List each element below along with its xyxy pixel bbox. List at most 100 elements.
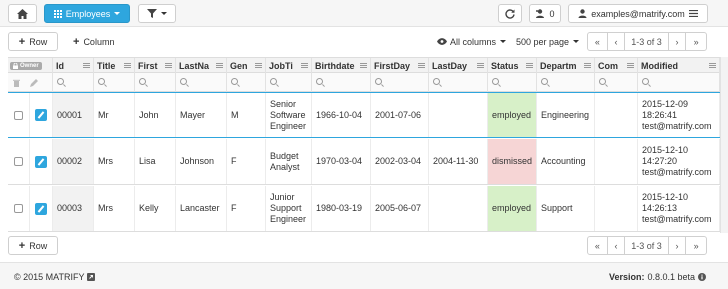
filter-jobtitle[interactable] [266, 73, 312, 92]
column-menu-icon[interactable] [526, 63, 533, 68]
cell-firstday[interactable]: 2001-07-06 [371, 93, 429, 137]
home-button[interactable] [8, 4, 37, 23]
next-page-button[interactable]: › [669, 237, 687, 254]
cell-birthdate[interactable]: 1980-03-19 [312, 186, 371, 231]
filter-status[interactable] [488, 73, 537, 92]
filter-department[interactable] [537, 73, 595, 92]
column-menu-icon[interactable] [165, 63, 172, 68]
row-checkbox[interactable] [14, 204, 23, 213]
column-header-modified[interactable]: Modified [638, 58, 720, 73]
cell-firstday[interactable]: 2005-06-07 [371, 186, 429, 231]
cell-comment[interactable] [595, 93, 638, 137]
prev-page-button[interactable]: ‹ [608, 237, 626, 254]
prev-page-button[interactable]: ‹ [608, 33, 626, 50]
cell-gender[interactable]: F [227, 139, 266, 184]
cell-id[interactable]: 00001 [53, 93, 94, 137]
column-header-lastname[interactable]: LastNa [176, 58, 227, 73]
cell-comment[interactable] [595, 186, 638, 231]
cell-modified[interactable]: 2015-12-10 14:26:13 test@matrify.com [638, 186, 720, 231]
first-page-button[interactable]: « [588, 33, 608, 50]
user-menu-button[interactable]: examples@matrify.com [568, 4, 708, 23]
owner-header[interactable]: Owner [8, 58, 53, 73]
cell-title[interactable]: Mr [94, 93, 135, 137]
column-header-birthdate[interactable]: Birthdate [312, 58, 371, 73]
info-icon[interactable] [698, 272, 706, 281]
table-row[interactable]: 00003 Mrs Kelly Lancaster F Junior Support Engi… [8, 186, 728, 232]
add-row-button-bottom[interactable]: + Row [8, 236, 58, 255]
cell-title[interactable]: Mrs [94, 186, 135, 231]
filter-first[interactable] [135, 73, 176, 92]
cell-birthdate[interactable]: 1970-03-04 [312, 139, 371, 184]
cell-status[interactable]: dismissed [488, 139, 537, 184]
filter-title[interactable] [94, 73, 135, 92]
column-menu-icon[interactable] [255, 63, 262, 68]
cell-lastday[interactable] [429, 93, 488, 137]
column-header-firstday[interactable]: FirstDay [371, 58, 429, 73]
trash-icon[interactable] [13, 79, 20, 87]
cell-jobtitle[interactable]: Senior Software Engineer [266, 93, 312, 137]
cell-modified[interactable]: 2015-12-09 18:26:41 test@matrify.com [638, 93, 720, 137]
cell-jobtitle[interactable]: Budget Analyst [266, 139, 312, 184]
add-row-button[interactable]: + Row [8, 32, 58, 51]
filter-comment[interactable] [595, 73, 638, 92]
column-menu-icon[interactable] [124, 63, 131, 68]
cell-birthdate[interactable]: 1966-10-04 [312, 93, 371, 137]
filter-gender[interactable] [227, 73, 266, 92]
external-link-icon[interactable] [87, 272, 96, 281]
column-header-gender[interactable]: Gen [227, 58, 266, 73]
cell-comment[interactable] [595, 139, 638, 184]
cell-lastname[interactable]: Lancaster [176, 186, 227, 231]
cell-first[interactable]: Kelly [135, 186, 176, 231]
cell-first[interactable]: Lisa [135, 139, 176, 184]
cell-gender[interactable]: F [227, 186, 266, 231]
cell-first[interactable]: John [135, 93, 176, 137]
column-menu-icon[interactable] [477, 63, 484, 68]
view-dropdown-button[interactable]: Employees [44, 4, 130, 23]
cell-lastname[interactable]: Mayer [176, 93, 227, 137]
columns-dropdown[interactable]: All columns [437, 32, 507, 51]
table-row[interactable]: 00001 Mr John Mayer M Senior Software Engineer 1… [8, 92, 728, 138]
filter-lastday[interactable] [429, 73, 488, 92]
column-header-lastday[interactable]: LastDay [429, 58, 488, 73]
column-menu-icon[interactable] [418, 63, 425, 68]
column-header-comment[interactable]: Com [595, 58, 638, 73]
row-checkbox[interactable] [14, 157, 23, 166]
column-menu-icon[interactable] [709, 63, 716, 68]
cell-department[interactable]: Support [537, 186, 595, 231]
refresh-button[interactable] [498, 4, 522, 23]
cell-id[interactable]: 00003 [53, 186, 94, 231]
table-row[interactable]: 00002 Mrs Lisa Johnson F Budget Analyst 1970-03… [8, 139, 728, 185]
add-column-button[interactable]: + Column [73, 32, 114, 51]
last-page-button[interactable]: » [686, 237, 706, 254]
edit-row-icon[interactable] [35, 109, 47, 121]
column-header-jobtitle[interactable]: JobTi [266, 58, 312, 73]
column-menu-icon[interactable] [584, 63, 591, 68]
vertical-scrollbar[interactable] [720, 57, 728, 233]
cell-jobtitle[interactable]: Junior Support Engineer [266, 186, 312, 231]
users-button[interactable]: 0 [529, 4, 561, 23]
cell-id[interactable]: 00002 [53, 139, 94, 184]
column-menu-icon[interactable] [627, 63, 634, 68]
filter-dropdown-button[interactable] [138, 4, 176, 23]
column-menu-icon[interactable] [301, 63, 308, 68]
cell-department[interactable]: Accounting [537, 139, 595, 184]
first-page-button[interactable]: « [588, 237, 608, 254]
column-header-title[interactable]: Title [94, 58, 135, 73]
cell-status[interactable]: employed [488, 93, 537, 137]
last-page-button[interactable]: » [686, 33, 706, 50]
column-header-first[interactable]: First [135, 58, 176, 73]
per-page-dropdown[interactable]: 500 per page [516, 32, 580, 51]
filter-lastname[interactable] [176, 73, 227, 92]
cell-status[interactable]: employed [488, 186, 537, 231]
row-checkbox[interactable] [14, 110, 23, 120]
column-header-status[interactable]: Status [488, 58, 537, 73]
cell-gender[interactable]: M [227, 93, 266, 137]
cell-lastday[interactable]: 2004-11-30 [429, 139, 488, 184]
filter-firstday[interactable] [371, 73, 429, 92]
cell-lastday[interactable] [429, 186, 488, 231]
cell-lastname[interactable]: Johnson [176, 139, 227, 184]
cell-title[interactable]: Mrs [94, 139, 135, 184]
cell-firstday[interactable]: 2002-03-04 [371, 139, 429, 184]
column-header-id[interactable]: Id [53, 58, 94, 73]
edit-row-icon[interactable] [35, 202, 47, 215]
